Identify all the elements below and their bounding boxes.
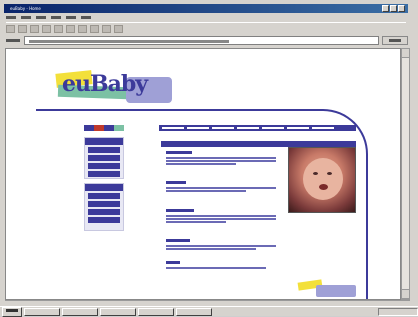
menu-item[interactable] <box>81 16 91 19</box>
nav-links <box>159 125 356 131</box>
scroll-down-arrow-icon[interactable] <box>402 289 409 299</box>
taskbar-item[interactable] <box>100 307 136 316</box>
title-bar: euBaby - Home <box>4 4 408 13</box>
article-heading[interactable] <box>166 181 286 186</box>
article-heading[interactable] <box>166 151 286 156</box>
baby-mouth <box>319 184 328 190</box>
back-button[interactable] <box>6 25 15 33</box>
taskbar-item[interactable] <box>176 307 212 316</box>
sidebar-item[interactable] <box>88 163 120 169</box>
go-button-label-placeholder <box>389 39 401 42</box>
close-button[interactable] <box>398 5 405 12</box>
baby-eye-right <box>327 172 332 175</box>
taskbar <box>0 306 418 317</box>
nav-link[interactable] <box>287 127 309 129</box>
address-label-placeholder <box>6 39 20 42</box>
logo-text: euBaby <box>62 71 148 97</box>
article-heading[interactable] <box>166 239 286 244</box>
window-controls <box>382 5 405 12</box>
article-2 <box>166 181 286 193</box>
article-3 <box>166 209 286 224</box>
browser-window: euBaby - Home euBaby <box>0 0 418 317</box>
corner-logo <box>297 279 356 297</box>
refresh-button[interactable] <box>42 25 51 33</box>
sidebar-item[interactable] <box>88 147 120 153</box>
baby-photo <box>288 147 356 213</box>
sidebar-heading <box>85 138 123 145</box>
sidebar-heading <box>85 184 123 191</box>
toolbar <box>6 22 406 35</box>
nav-swatch-1 <box>84 125 94 131</box>
history-button[interactable] <box>90 25 99 33</box>
system-tray <box>378 307 418 316</box>
nav-color-bar <box>84 125 124 131</box>
sidebar-item[interactable] <box>88 171 120 177</box>
sidebar-item[interactable] <box>88 201 120 207</box>
nav-link[interactable] <box>262 127 284 129</box>
article-body <box>166 187 286 192</box>
sidebar-item[interactable] <box>88 155 120 161</box>
taskbar-item[interactable] <box>24 307 60 316</box>
article-body <box>166 267 286 269</box>
vertical-scrollbar[interactable] <box>401 48 410 300</box>
address-input[interactable] <box>24 36 379 45</box>
go-button[interactable] <box>382 36 408 45</box>
nav-link[interactable] <box>312 127 334 129</box>
forward-button[interactable] <box>18 25 27 33</box>
nav-link[interactable] <box>187 127 209 129</box>
nav-link[interactable] <box>162 127 184 129</box>
top-nav <box>84 125 356 131</box>
article-5 <box>166 261 286 270</box>
nav-link[interactable] <box>212 127 234 129</box>
page-viewport: euBaby <box>5 48 401 300</box>
article-body <box>166 245 286 250</box>
baby-eye-left <box>313 172 318 175</box>
corner-lavender-swatch <box>316 285 356 297</box>
stop-button[interactable] <box>30 25 39 33</box>
sidebar-box-2 <box>84 183 124 231</box>
taskbar-item[interactable] <box>62 307 98 316</box>
menu-item[interactable] <box>36 16 46 19</box>
menu-item[interactable] <box>6 16 16 19</box>
favorites-button[interactable] <box>78 25 87 33</box>
minimize-button[interactable] <box>382 5 389 12</box>
baby-face <box>303 158 343 200</box>
scroll-up-arrow-icon[interactable] <box>402 49 409 58</box>
window-title: euBaby - Home <box>10 6 41 11</box>
sidebar-item[interactable] <box>88 217 120 223</box>
address-url-placeholder <box>29 40 229 43</box>
nav-swatch-2 <box>94 125 104 131</box>
article-body <box>166 157 286 165</box>
eubaby-logo[interactable]: euBaby <box>55 67 176 109</box>
start-button[interactable] <box>2 306 22 317</box>
print-button[interactable] <box>114 25 123 33</box>
taskbar-item[interactable] <box>138 307 174 316</box>
menu-item[interactable] <box>51 16 61 19</box>
sidebar-box-1 <box>84 137 124 179</box>
mail-button[interactable] <box>102 25 111 33</box>
nav-swatch-4 <box>114 125 124 131</box>
article-heading[interactable] <box>166 261 286 266</box>
article-4 <box>166 239 286 251</box>
article-1 <box>166 151 286 166</box>
menu-item[interactable] <box>21 16 31 19</box>
nav-link[interactable] <box>237 127 259 129</box>
sidebar-item[interactable] <box>88 209 120 215</box>
nav-swatch-3 <box>104 125 114 131</box>
maximize-button[interactable] <box>390 5 397 12</box>
search-button[interactable] <box>66 25 75 33</box>
article-body <box>166 215 286 223</box>
sidebar-item[interactable] <box>88 193 120 199</box>
menu-bar <box>6 14 91 21</box>
menu-item[interactable] <box>66 16 76 19</box>
address-bar <box>6 36 410 46</box>
article-heading[interactable] <box>166 209 286 214</box>
home-button[interactable] <box>54 25 63 33</box>
